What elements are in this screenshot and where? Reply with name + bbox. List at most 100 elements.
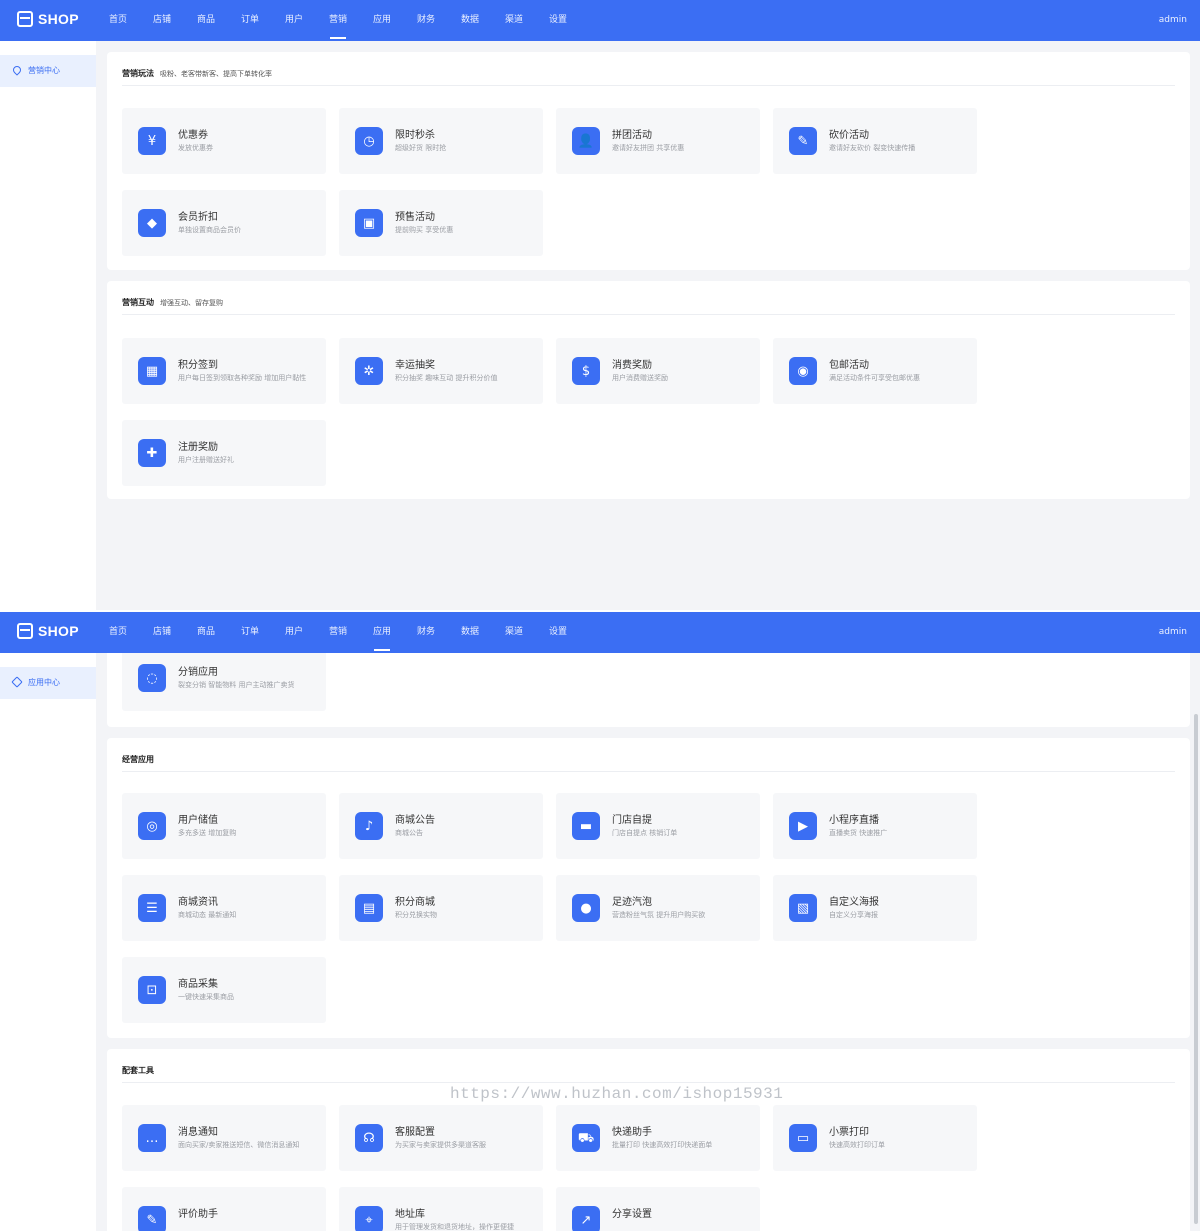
collect-icon: ⊡ bbox=[138, 976, 166, 1004]
bubble-icon: ● bbox=[572, 894, 600, 922]
card-distribution-app[interactable]: ◌ 分销应用 裂变分销 智能物料 用户主动推广卖货 bbox=[122, 653, 326, 711]
feature-card[interactable]: ☰ 商城资讯 商城动态 最新通知 bbox=[122, 875, 326, 941]
sidebar-item-label: 营销中心 bbox=[28, 66, 60, 75]
user-account[interactable]: admin bbox=[1159, 612, 1187, 653]
feature-card[interactable]: ¥ 优惠券 发放优惠券 bbox=[122, 108, 326, 174]
card-desc: 邀请好友砍价 裂变快速传播 bbox=[829, 144, 916, 152]
feature-card[interactable]: ✲ 幸运抽奖 积分抽奖 趣味互动 提升积分价值 bbox=[339, 338, 543, 404]
nav-item[interactable]: 首页 bbox=[96, 0, 140, 41]
feature-card[interactable]: ♪ 商城公告 商城公告 bbox=[339, 793, 543, 859]
sidebar-item-app-center[interactable]: 应用中心 bbox=[0, 667, 96, 699]
card-title: 地址库 bbox=[395, 1209, 425, 1220]
feature-card[interactable]: ☊ 客服配置 为买家与卖家提供多渠道客服 bbox=[339, 1105, 543, 1171]
feature-card[interactable]: ⛟ 快递助手 批量打印 快速高效打印快递面单 bbox=[556, 1105, 760, 1171]
card-title: 小程序直播 bbox=[829, 815, 879, 826]
feature-card[interactable]: ◎ 用户储值 多充多送 增加复购 bbox=[122, 793, 326, 859]
diamond-icon: ◆ bbox=[138, 209, 166, 237]
nav-item[interactable]: 应用 bbox=[360, 0, 404, 41]
feature-card[interactable]: ◉ 包邮活动 满足活动条件可享受包邮优惠 bbox=[773, 338, 977, 404]
card-title: 商城资讯 bbox=[178, 897, 218, 908]
feature-card[interactable]: ● 足迹汽泡 营造粉丝气氛 提升用户购买欲 bbox=[556, 875, 760, 941]
feature-card[interactable]: ▭ 小票打印 快速高效打印订单 bbox=[773, 1105, 977, 1171]
feature-card[interactable]: ▶ 小程序直播直播卖货 快速推广 bbox=[773, 793, 977, 859]
feature-card[interactable]: ✚ 注册奖励 用户注册赠送好礼 bbox=[122, 420, 326, 486]
card-desc: 商城公告 bbox=[395, 829, 423, 837]
card-title: 分销应用 bbox=[178, 667, 218, 678]
nav-item[interactable]: 用户 bbox=[272, 0, 316, 41]
card-desc: 商城动态 最新通知 bbox=[178, 911, 237, 919]
card-desc: 批量打印 快速高效打印快递面单 bbox=[612, 1141, 713, 1149]
section-title: 经营应用 bbox=[122, 755, 154, 764]
nav-item[interactable]: 首页 bbox=[96, 612, 140, 653]
share-icon: ↗ bbox=[572, 1206, 600, 1231]
brand-logo[interactable]: SHOP bbox=[17, 11, 79, 27]
card-title: 限时秒杀 bbox=[395, 130, 435, 141]
nav-item[interactable]: 财务 bbox=[404, 612, 448, 653]
feature-card[interactable]: ⊡ 商品采集 一键快速采集商品 bbox=[122, 957, 326, 1023]
nav-item[interactable]: 数据 bbox=[448, 612, 492, 653]
section-marketing-interaction: 营销互动 增强互动、留存复购 ▦ 积分签到 用户每日签到领取各种奖励 增加用户黏性 ✲ 幸… bbox=[107, 281, 1190, 499]
feature-card[interactable]: … 消息通知 面向买家/卖家推送短信、微信消息通知 bbox=[122, 1105, 326, 1171]
card-desc: 提前购买 享受优惠 bbox=[395, 226, 454, 234]
bell-icon: ♪ bbox=[355, 812, 383, 840]
nav-item[interactable]: 渠道 bbox=[492, 0, 536, 41]
nav-item[interactable]: 设置 bbox=[536, 612, 580, 653]
nav-item[interactable]: 营销 bbox=[316, 0, 360, 41]
brand-logo[interactable]: SHOP bbox=[17, 623, 79, 639]
feature-card[interactable]: ▣ 预售活动 提前购买 享受优惠 bbox=[339, 190, 543, 256]
nav-item[interactable]: 商品 bbox=[184, 612, 228, 653]
brand-name: SHOP bbox=[38, 623, 79, 639]
nav-item[interactable]: 设置 bbox=[536, 0, 580, 41]
nav-item[interactable]: 用户 bbox=[272, 612, 316, 653]
shipping-icon: ◉ bbox=[789, 357, 817, 385]
feature-card[interactable]: ◆ 会员折扣 单独设置商品会员价 bbox=[122, 190, 326, 256]
feature-card[interactable]: ▤ 积分商城 积分兑换实物 bbox=[339, 875, 543, 941]
feature-card[interactable]: ▧ 自定义海报 自定义分享海报 bbox=[773, 875, 977, 941]
play-icon: ▶ bbox=[789, 812, 817, 840]
feature-card[interactable]: ↗ 分享设置 bbox=[556, 1187, 760, 1231]
card-desc: 用户每日签到领取各种奖励 增加用户黏性 bbox=[178, 374, 307, 382]
top-navbar: SHOP 首页 店铺 商品 订单 用户 营销 应用 财务 数据 渠道 设置 admin bbox=[0, 0, 1200, 41]
nav-item[interactable]: 数据 bbox=[448, 0, 492, 41]
feature-card[interactable]: ▬ 门店自提 门店自提点 核销订单 bbox=[556, 793, 760, 859]
user-account[interactable]: admin bbox=[1159, 0, 1187, 41]
card-title: 幸运抽奖 bbox=[395, 360, 435, 371]
nav-item[interactable]: 财务 bbox=[404, 0, 448, 41]
feature-card[interactable]: $ 消费奖励 用户消费赠送奖励 bbox=[556, 338, 760, 404]
feature-card[interactable]: 👤 拼团活动 邀请好友拼团 共享优惠 bbox=[556, 108, 760, 174]
feature-card[interactable]: ✎ 砍价活动 邀请好友砍价 裂变快速传播 bbox=[773, 108, 977, 174]
feature-card[interactable]: ◷ 限时秒杀 超级好货 限时抢 bbox=[339, 108, 543, 174]
card-title: 自定义海报 bbox=[829, 897, 879, 908]
feature-card[interactable]: ▦ 积分签到 用户每日签到领取各种奖励 增加用户黏性 bbox=[122, 338, 326, 404]
card-desc: 面向买家/卖家推送短信、微信消息通知 bbox=[178, 1141, 300, 1149]
card-title: 拼团活动 bbox=[612, 130, 652, 141]
section-header: 营销互动 增强互动、留存复购 bbox=[122, 297, 1175, 315]
sidebar-item-marketing-center[interactable]: 营销中心 bbox=[0, 55, 96, 87]
section-header: 配套工具 bbox=[122, 1065, 1175, 1083]
nav-item[interactable]: 营销 bbox=[316, 612, 360, 653]
marketing-pin-icon bbox=[11, 64, 23, 76]
group-icon: 👤 bbox=[572, 127, 600, 155]
screenshot-applications: SHOP 首页 店铺 商品 订单 用户 营销 应用 财务 数据 渠道 设置 admin 应用中心 ◌… bbox=[0, 612, 1200, 1231]
card-title: 消费奖励 bbox=[612, 360, 652, 371]
card-title: 会员折扣 bbox=[178, 212, 218, 223]
feature-card[interactable]: ✎ 评价助手 bbox=[122, 1187, 326, 1231]
nav-item[interactable]: 订单 bbox=[228, 612, 272, 653]
nav-item[interactable]: 商品 bbox=[184, 0, 228, 41]
nav-item[interactable]: 店铺 bbox=[140, 612, 184, 653]
card-desc: 直播卖货 快速推广 bbox=[829, 829, 888, 837]
card-desc: 超级好货 限时抢 bbox=[395, 144, 447, 152]
page-scrollbar[interactable] bbox=[1194, 714, 1198, 1224]
sidebar: 营销中心 bbox=[0, 41, 96, 610]
main-nav: 首页 店铺 商品 订单 用户 营销 应用 财务 数据 渠道 设置 bbox=[96, 612, 580, 653]
nav-item[interactable]: 店铺 bbox=[140, 0, 184, 41]
section-title: 营销互动 bbox=[122, 298, 154, 307]
feature-card[interactable]: ⌖ 地址库 用于管理发货和退货地址，操作更便捷 bbox=[339, 1187, 543, 1231]
nav-item[interactable]: 应用 bbox=[360, 612, 404, 653]
card-title: 砍价活动 bbox=[829, 130, 869, 141]
nav-item[interactable]: 订单 bbox=[228, 0, 272, 41]
section-title: 营销玩法 bbox=[122, 69, 154, 78]
card-desc: 裂变分销 智能物料 用户主动推广卖货 bbox=[178, 681, 295, 689]
card-title: 门店自提 bbox=[612, 815, 652, 826]
nav-item[interactable]: 渠道 bbox=[492, 612, 536, 653]
